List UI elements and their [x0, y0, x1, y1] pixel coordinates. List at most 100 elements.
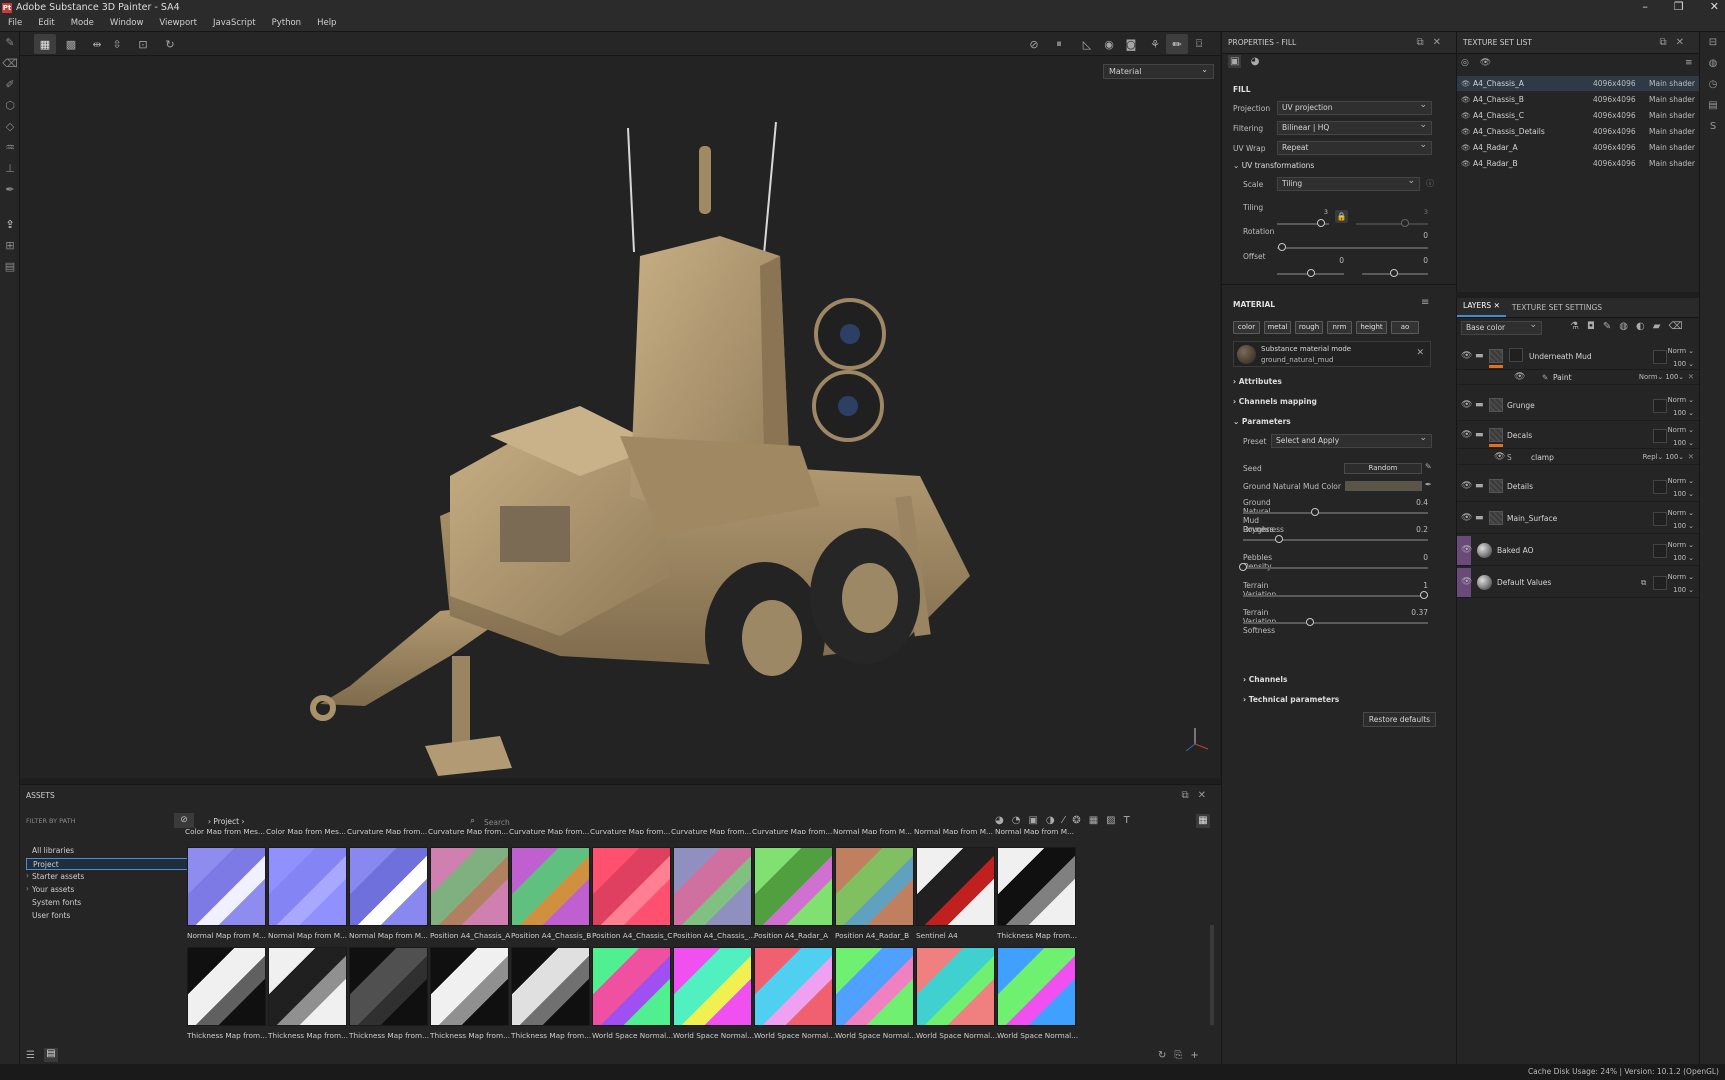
asset-thumbnail[interactable] [754, 847, 833, 926]
slider-track[interactable] [1243, 512, 1428, 514]
import-icon[interactable]: ⎘ [1174, 1050, 1190, 1061]
paint-brush-icon[interactable]: ✎ [0, 32, 20, 53]
rig-icon[interactable]: ⚘ [1144, 34, 1166, 54]
eyedropper-icon[interactable]: ✒ [1425, 480, 1432, 489]
texture-set-shader[interactable]: Main shader [1649, 76, 1695, 91]
asset-thumbnail[interactable] [754, 947, 833, 1026]
shelf-icon[interactable]: ⊟ [1700, 32, 1725, 53]
asset-thumbnail[interactable] [916, 847, 995, 926]
asset-thumbnail[interactable] [268, 847, 347, 926]
eye-icon[interactable]: 👁 [1461, 156, 1471, 171]
display-settings-icon[interactable]: ◺ [1076, 34, 1098, 54]
technical-parameters-toggle[interactable]: › Technical parameters [1243, 695, 1339, 704]
texture-set-shader[interactable]: Main shader [1649, 92, 1695, 107]
eye-icon[interactable]: 👁 [1461, 545, 1472, 555]
shader-settings-icon[interactable]: ◉ [1098, 34, 1120, 54]
tab-layers[interactable]: LAYERS ✕ [1457, 301, 1506, 317]
layer-row[interactable]: 👁 ▬ Details Norm ⌄ 100 ⌄ [1457, 472, 1700, 502]
eye-icon[interactable]: 👁 [1461, 351, 1472, 361]
eye-icon[interactable]: 👁 [1461, 76, 1471, 91]
close-panel-icon[interactable]: ✕ [1433, 37, 1450, 48]
texture-set-shader[interactable]: Main shader [1649, 156, 1695, 171]
eye-icon[interactable]: 👁 [1461, 577, 1472, 587]
display-settings-icon[interactable]: ◍ [1700, 53, 1725, 74]
geometry-mask-icon[interactable]: ⬡ [0, 95, 20, 116]
asset-thumbnail[interactable] [430, 947, 509, 1026]
minimize-button[interactable]: – [1642, 0, 1648, 14]
color-picker-icon[interactable]: ✒ [0, 179, 20, 200]
export-icon[interactable]: ⇪ [0, 214, 20, 235]
visibility-icon[interactable]: 👁 [1480, 58, 1491, 68]
layer-mask-slot[interactable] [1653, 480, 1667, 494]
texture-set-row[interactable]: 👁 A4_Chassis_A 4096x4096 Main shader [1457, 76, 1700, 91]
filtering-select[interactable]: Bilinear | HQ [1277, 119, 1432, 135]
float-panel-icon[interactable]: ⧉ [1659, 37, 1675, 48]
menu-edit[interactable]: Edit [30, 18, 62, 28]
screenshot-icon[interactable]: ⌼ [1188, 34, 1210, 54]
substance-icon[interactable]: S [1700, 116, 1725, 137]
slider-track[interactable] [1243, 539, 1428, 541]
texture-set-row[interactable]: 👁 A4_Radar_B 4096x4096 Main shader [1457, 156, 1700, 171]
restore-defaults-button[interactable]: Restore defaults [1363, 712, 1436, 727]
layer-row[interactable]: 👁 ▬ Decals Norm ⌄ 100 ⌄ [1457, 423, 1700, 449]
detail-view-icon[interactable]: ▤ [44, 1048, 58, 1062]
slider-knob[interactable] [1311, 508, 1320, 516]
layer-row[interactable]: 👁 Sclamp Repl⌄ 100⌄ ✕ [1457, 450, 1700, 465]
tiling-u-knob[interactable] [1317, 219, 1325, 227]
parameters-toggle[interactable]: ⌄ Parameters [1233, 417, 1291, 426]
substance-material-slot[interactable]: Substance material mode ground_natural_m… [1233, 341, 1431, 367]
log-icon[interactable]: ▤ [1700, 95, 1725, 116]
add-folder-icon[interactable]: ▰ [1653, 321, 1669, 332]
layer-row[interactable]: 👁 Default Values ⧉ Norm ⌄ 100 ⌄ [1457, 568, 1700, 598]
layer-mask-slot[interactable] [1653, 512, 1667, 526]
asset-thumbnail[interactable] [349, 947, 428, 1026]
preset-select[interactable]: Select and Apply [1271, 432, 1432, 448]
channel-metal-toggle[interactable]: metal [1264, 321, 1291, 334]
mirror-y-icon[interactable]: ⇳ [106, 34, 128, 54]
asset-thumbnail[interactable] [997, 947, 1076, 1026]
single-view-icon[interactable]: ▦ [34, 34, 56, 54]
asset-thumbnail[interactable] [511, 947, 590, 1026]
channel-select[interactable]: Base color [1461, 319, 1542, 335]
add-smart-icon[interactable]: ◐ [1636, 321, 1653, 332]
eye-icon[interactable]: 👁 [1461, 92, 1471, 107]
material-menu-icon[interactable]: ≡ [1421, 297, 1429, 308]
channels-mapping-toggle[interactable]: › Channels mapping [1233, 397, 1317, 406]
eye-icon[interactable]: 👁 [1494, 452, 1505, 462]
rotation-track[interactable] [1277, 247, 1428, 249]
texture-set-row[interactable]: 👁 A4_Chassis_B 4096x4096 Main shader [1457, 92, 1700, 107]
close-window-button[interactable]: ✕ [1710, 0, 1719, 14]
uv-transformations-toggle[interactable]: ⌄ UV transformations [1233, 161, 1314, 170]
menu-viewport[interactable]: Viewport [151, 18, 205, 28]
add-paint-layer-icon[interactable]: ✎ [1603, 321, 1619, 332]
add-icon[interactable]: + [1190, 1050, 1206, 1061]
3d-viewport[interactable] [20, 56, 1220, 778]
asset-thumbnail[interactable] [511, 847, 590, 926]
asset-thumbnail[interactable] [187, 947, 266, 1026]
pause-icon[interactable]: ⏸ [1048, 34, 1070, 54]
remove-material-icon[interactable]: ✕ [1416, 348, 1424, 358]
eye-icon[interactable]: 👁 [1514, 372, 1525, 382]
texture-set-menu-icon[interactable]: ≡ [1685, 58, 1693, 68]
texture-set-row[interactable]: 👁 A4_Chassis_C 4096x4096 Main shader [1457, 108, 1700, 123]
texture-set-shader[interactable]: Main shader [1649, 140, 1695, 155]
split-view-icon[interactable]: ▩ [60, 34, 82, 54]
history-icon[interactable]: ↻ [159, 34, 181, 54]
eye-icon[interactable]: 👁 [1461, 140, 1471, 155]
clone-stamp-icon[interactable]: ⊥ [0, 158, 20, 179]
asset-thumbnail[interactable] [592, 947, 671, 1026]
asset-thumbnail[interactable] [268, 947, 347, 1026]
slider-track[interactable] [1243, 595, 1428, 597]
asset-thumbnail[interactable] [835, 947, 914, 1026]
asset-thumbnail[interactable] [349, 847, 428, 926]
tiling-v-track[interactable] [1356, 223, 1428, 225]
channel-rough-toggle[interactable]: rough [1295, 321, 1323, 334]
asset-thumbnail[interactable] [187, 847, 266, 926]
float-panel-icon[interactable]: ⧉ [1416, 37, 1432, 48]
add-fill-layer-icon[interactable]: ◍ [1619, 321, 1636, 332]
attributes-toggle[interactable]: › Attributes [1233, 377, 1282, 386]
blend-mode[interactable]: Norm ⌄ 100 ⌄ [1668, 571, 1694, 597]
paint-mode-icon[interactable]: ✏ [1166, 34, 1188, 54]
projection-icon[interactable]: ✐ [0, 74, 20, 95]
solo-icon[interactable]: ◎ [1461, 58, 1469, 68]
